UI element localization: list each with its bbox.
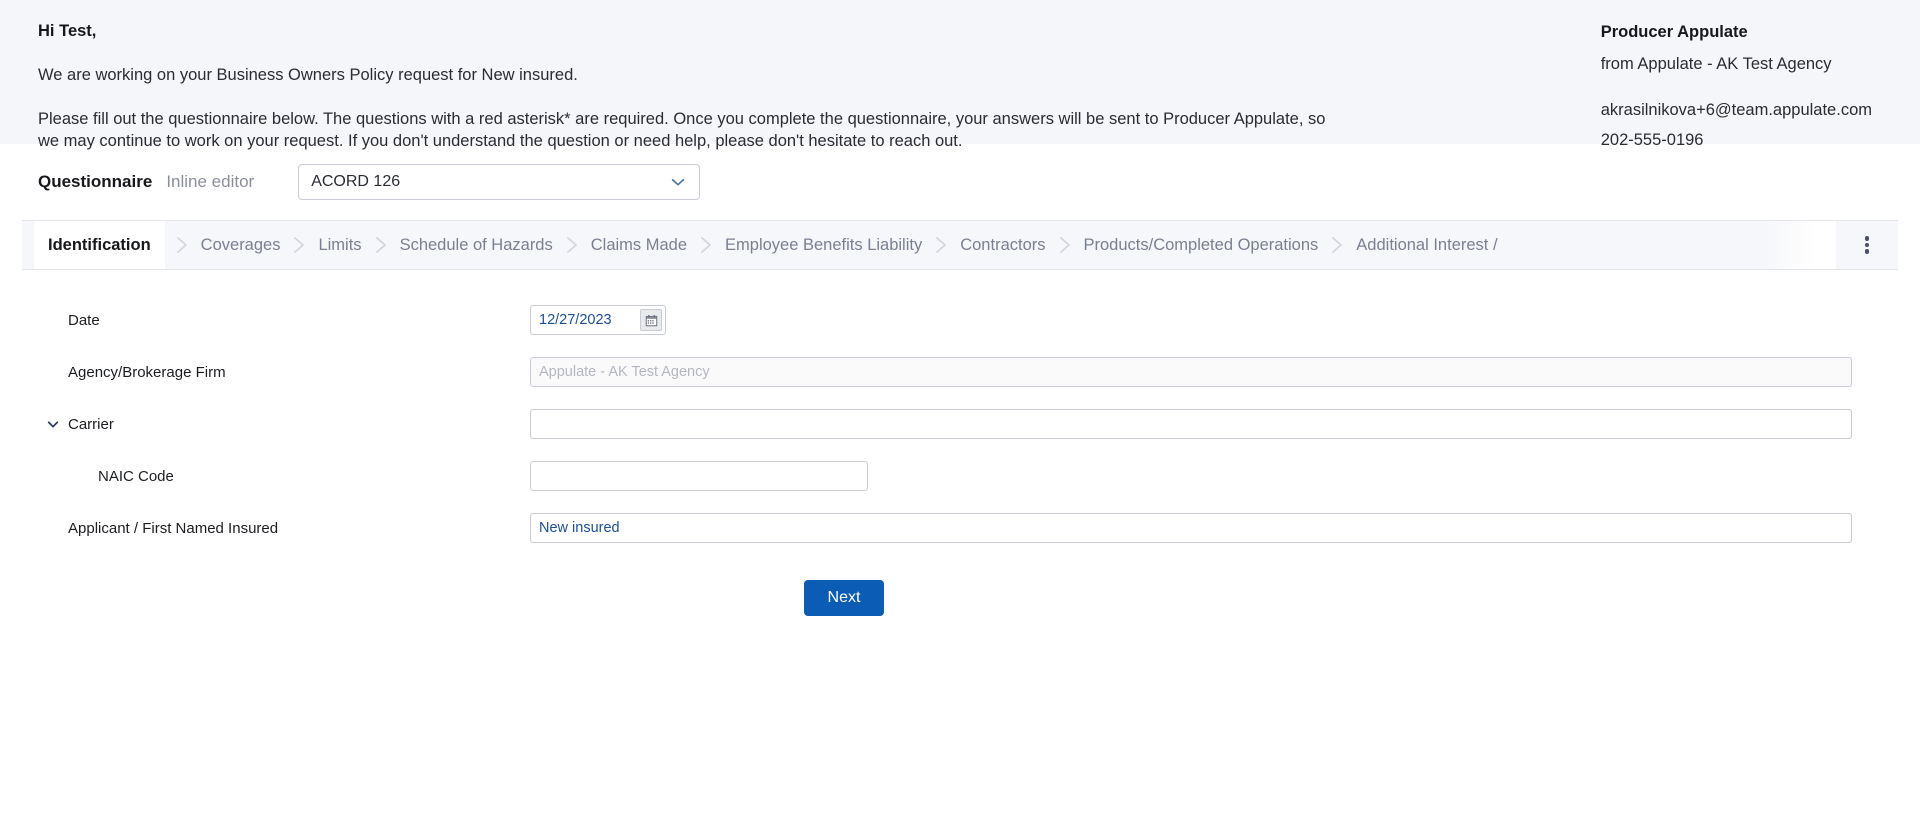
- naic-input[interactable]: [530, 461, 868, 491]
- inline-editor-label: Inline editor: [166, 172, 255, 191]
- date-input-wrapper: [530, 305, 666, 335]
- date-label: Date: [68, 311, 100, 329]
- carrier-field-area: [530, 409, 1920, 439]
- intro-line-2: Please fill out the questionnaire below.…: [38, 110, 1326, 151]
- tab-list: Identification Coverages Limits Schedule of…: [22, 221, 1836, 269]
- kebab-menu-icon: [1864, 234, 1870, 256]
- greeting-text: Hi Test,: [38, 22, 97, 40]
- producer-email[interactable]: akrasilnikova+6@team.appulate.com: [1601, 101, 1872, 121]
- carrier-label: Carrier: [38, 416, 530, 433]
- applicant-label: Applicant / First Named Insured: [68, 519, 279, 537]
- applicant-field-area: [530, 513, 1920, 543]
- chevron-right-icon: [1048, 235, 1082, 255]
- tab-identification[interactable]: Identification: [34, 221, 165, 269]
- chevron-right-icon: [364, 235, 398, 255]
- naic-label: NAIC Code: [98, 467, 174, 485]
- applicant-input[interactable]: [530, 513, 1852, 543]
- chevron-right-icon: [165, 235, 199, 255]
- date-field-area: [530, 305, 1920, 335]
- tab-overflow-menu-button[interactable]: [1836, 221, 1898, 269]
- carrier-input[interactable]: [530, 409, 1852, 439]
- naic-field-area: [530, 461, 1920, 491]
- tab-schedule-of-hazards[interactable]: Schedule of Hazards: [398, 222, 555, 268]
- chevron-right-icon: [1320, 235, 1354, 255]
- form-type-selected-value: ACORD 126: [311, 173, 401, 190]
- form-row-applicant: Applicant / First Named Insured: [0, 502, 1920, 554]
- intro-message: Hi Test, We are working on your Business…: [38, 22, 1328, 153]
- agency-label: Agency/Brokerage Firm: [68, 363, 226, 381]
- questionnaire-form: Date 12/27/2023 Agency/Brokerage Firm Ap…: [0, 270, 1920, 616]
- form-row-date: Date: [0, 294, 1920, 346]
- form-type-select[interactable]: ACORD 126: [298, 164, 701, 200]
- tab-contractors[interactable]: Contractors: [958, 222, 1047, 268]
- chevron-right-icon: [924, 235, 958, 255]
- chevron-down-icon: [669, 165, 687, 199]
- calendar-icon[interactable]: [640, 309, 662, 331]
- producer-name: Producer Appulate: [1600, 23, 1748, 41]
- chevron-right-icon: [555, 235, 589, 255]
- tab-coverages[interactable]: Coverages: [199, 222, 283, 268]
- chevron-down-icon[interactable]: [46, 417, 60, 431]
- form-row-carrier: Carrier: [0, 398, 1920, 450]
- page-title: Questionnaire: [38, 172, 153, 191]
- form-row-agency: Agency/Brokerage Firm: [0, 346, 1920, 398]
- tab-products-completed-operations[interactable]: Products/Completed Operations: [1082, 222, 1321, 268]
- tab-limits[interactable]: Limits: [316, 222, 363, 268]
- chevron-right-icon: [282, 235, 316, 255]
- tab-additional-interest[interactable]: Additional Interest /: [1354, 222, 1499, 268]
- producer-phone[interactable]: 202-555-0196: [1601, 131, 1872, 151]
- agency-field-area: [530, 357, 1920, 387]
- questionnaire-header: Questionnaire Inline editor ACORD 126: [0, 144, 1920, 220]
- producer-contact-card: Producer Appulate from Appulate - AK Tes…: [1601, 22, 1882, 151]
- form-actions: Next: [0, 554, 1920, 616]
- intro-banner: Hi Test, We are working on your Business…: [0, 0, 1920, 150]
- form-row-naic: NAIC Code: [0, 450, 1920, 502]
- next-button[interactable]: Next: [804, 580, 884, 616]
- chevron-right-icon: [689, 235, 723, 255]
- tabstrip-fade: [1766, 221, 1836, 269]
- tab-claims-made[interactable]: Claims Made: [589, 222, 689, 268]
- agency-input[interactable]: [530, 357, 1852, 387]
- carrier-label-text: Carrier: [68, 415, 114, 433]
- tab-employee-benefits-liability[interactable]: Employee Benefits Liability: [723, 222, 924, 268]
- producer-agency: from Appulate - AK Test Agency: [1600, 54, 1832, 73]
- intro-line-1: We are working on your Business Owners P…: [38, 65, 578, 84]
- questionnaire-tabbar: Identification Coverages Limits Schedule of…: [22, 220, 1898, 270]
